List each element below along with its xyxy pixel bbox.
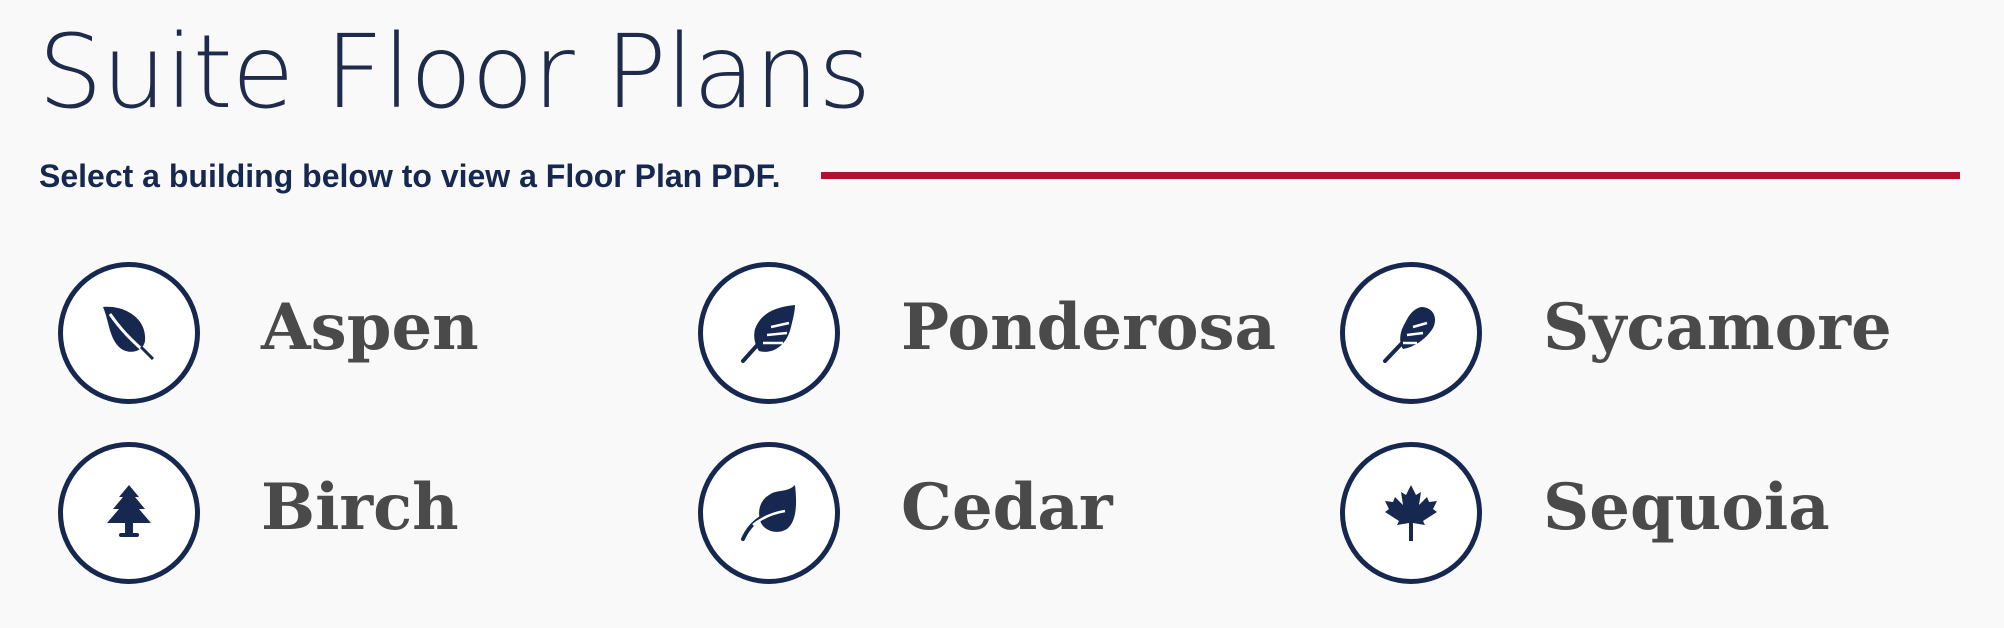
building-name-birch: Birch — [261, 470, 459, 545]
building-name-aspen: Aspen — [261, 290, 479, 365]
page-title: Suite Floor Plans — [38, 13, 871, 132]
building-link-birch[interactable]: Birch — [58, 442, 678, 586]
building-name-sequoia: Sequoia — [1543, 470, 1830, 545]
building-link-cedar[interactable]: Cedar — [698, 442, 1318, 586]
leaf-icon — [58, 262, 200, 404]
building-link-ponderosa[interactable]: Ponderosa — [698, 262, 1318, 406]
building-name-cedar: Cedar — [901, 470, 1113, 545]
feather-icon — [698, 262, 840, 404]
building-link-aspen[interactable]: Aspen — [58, 262, 678, 406]
building-link-sequoia[interactable]: Sequoia — [1340, 442, 1960, 586]
building-name-sycamore: Sycamore — [1543, 290, 1892, 365]
tree-icon — [58, 442, 200, 584]
cedar-leaf-icon — [698, 442, 840, 584]
building-name-ponderosa: Ponderosa — [901, 290, 1276, 365]
page-subtitle: Select a building below to view a Floor … — [39, 158, 781, 194]
feather-round-icon — [1340, 262, 1482, 404]
accent-divider — [821, 172, 1960, 179]
building-link-sycamore[interactable]: Sycamore — [1340, 262, 1960, 406]
maple-leaf-icon — [1340, 442, 1482, 584]
subtitle-row: Select a building below to view a Floor … — [39, 154, 1960, 198]
